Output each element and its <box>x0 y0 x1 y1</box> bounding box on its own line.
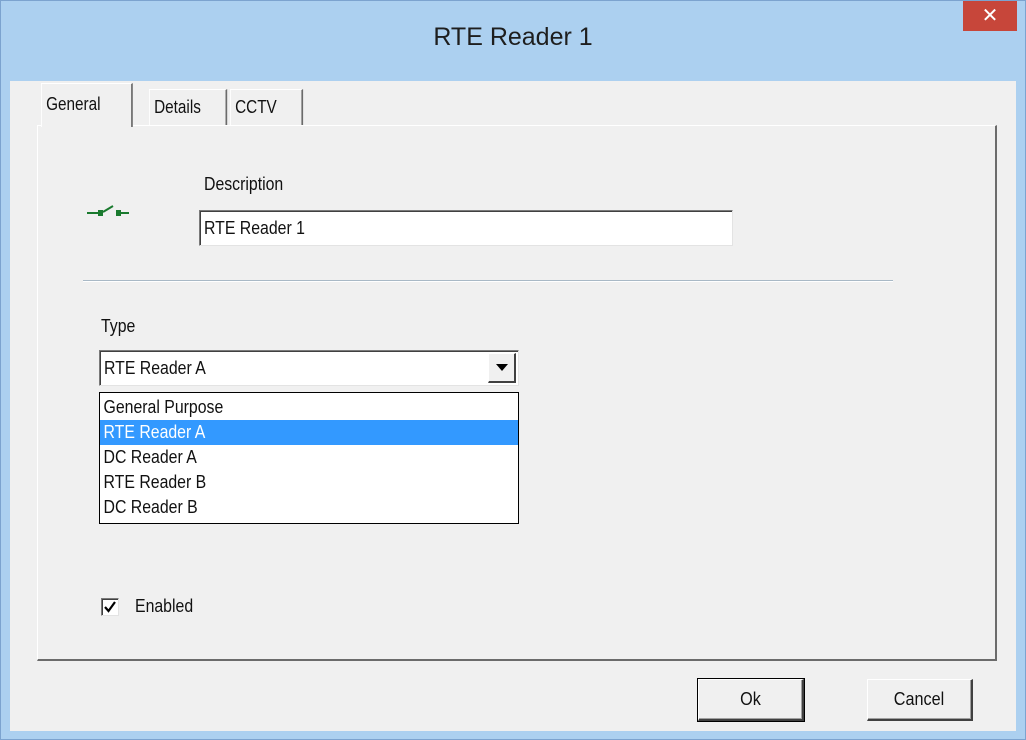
type-option-rte-reader-b[interactable]: RTE Reader B <box>100 470 518 495</box>
close-button[interactable]: ✕ <box>963 1 1017 31</box>
rte-reader-dialog: RTE Reader 1 ✕ General Details CCTV Desc… <box>0 0 1026 740</box>
enabled-label[interactable]: Enabled <box>135 596 193 617</box>
type-option-general-purpose[interactable]: General Purpose <box>100 395 518 420</box>
description-input[interactable]: RTE Reader 1 <box>199 210 733 246</box>
general-tab-panel: Description RTE Reader 1 Type RTE Reader… <box>37 125 997 661</box>
cancel-button[interactable]: Cancel <box>867 679 973 721</box>
description-label: Description <box>204 174 284 194</box>
close-icon: ✕ <box>981 5 999 27</box>
chevron-down-icon <box>496 364 508 371</box>
tab-general-label: General <box>46 94 101 114</box>
tab-details[interactable]: Details <box>149 89 228 125</box>
type-options-list[interactable]: General Purpose RTE Reader A DC Reader A… <box>99 392 519 524</box>
enabled-checkbox[interactable] <box>101 598 119 616</box>
section-divider <box>83 280 893 282</box>
type-option-dc-reader-b[interactable]: DC Reader B <box>100 495 518 520</box>
description-value: RTE Reader 1 <box>204 218 305 238</box>
type-option-label: DC Reader B <box>103 497 198 517</box>
tab-general[interactable]: General <box>41 83 133 127</box>
type-dropdown-button[interactable] <box>488 353 516 383</box>
cancel-button-label: Cancel <box>894 689 945 709</box>
type-option-label: RTE Reader B <box>103 472 207 492</box>
tab-cctv[interactable]: CCTV <box>230 89 304 125</box>
type-label: Type <box>101 316 136 336</box>
ok-button-label: Ok <box>740 689 761 709</box>
rte-switch-icon <box>87 205 129 216</box>
type-option-label: General Purpose <box>103 397 224 417</box>
tab-details-label: Details <box>154 97 201 117</box>
type-option-label: DC Reader A <box>103 447 197 467</box>
type-option-dc-reader-a[interactable]: DC Reader A <box>100 445 518 470</box>
title-bar[interactable]: RTE Reader 1 ✕ <box>1 1 1025 81</box>
type-option-rte-reader-a[interactable]: RTE Reader A <box>100 420 518 445</box>
type-dropdown[interactable]: RTE Reader A <box>99 350 519 386</box>
ok-button[interactable]: Ok <box>697 678 805 722</box>
type-option-label: RTE Reader A <box>103 422 206 442</box>
tab-cctv-label: CCTV <box>235 97 277 117</box>
dialog-client-area: General Details CCTV Description RTE Rea… <box>10 81 1016 731</box>
checkmark-icon <box>104 601 116 613</box>
type-selected-value: RTE Reader A <box>104 358 206 378</box>
window-title: RTE Reader 1 <box>433 23 593 51</box>
